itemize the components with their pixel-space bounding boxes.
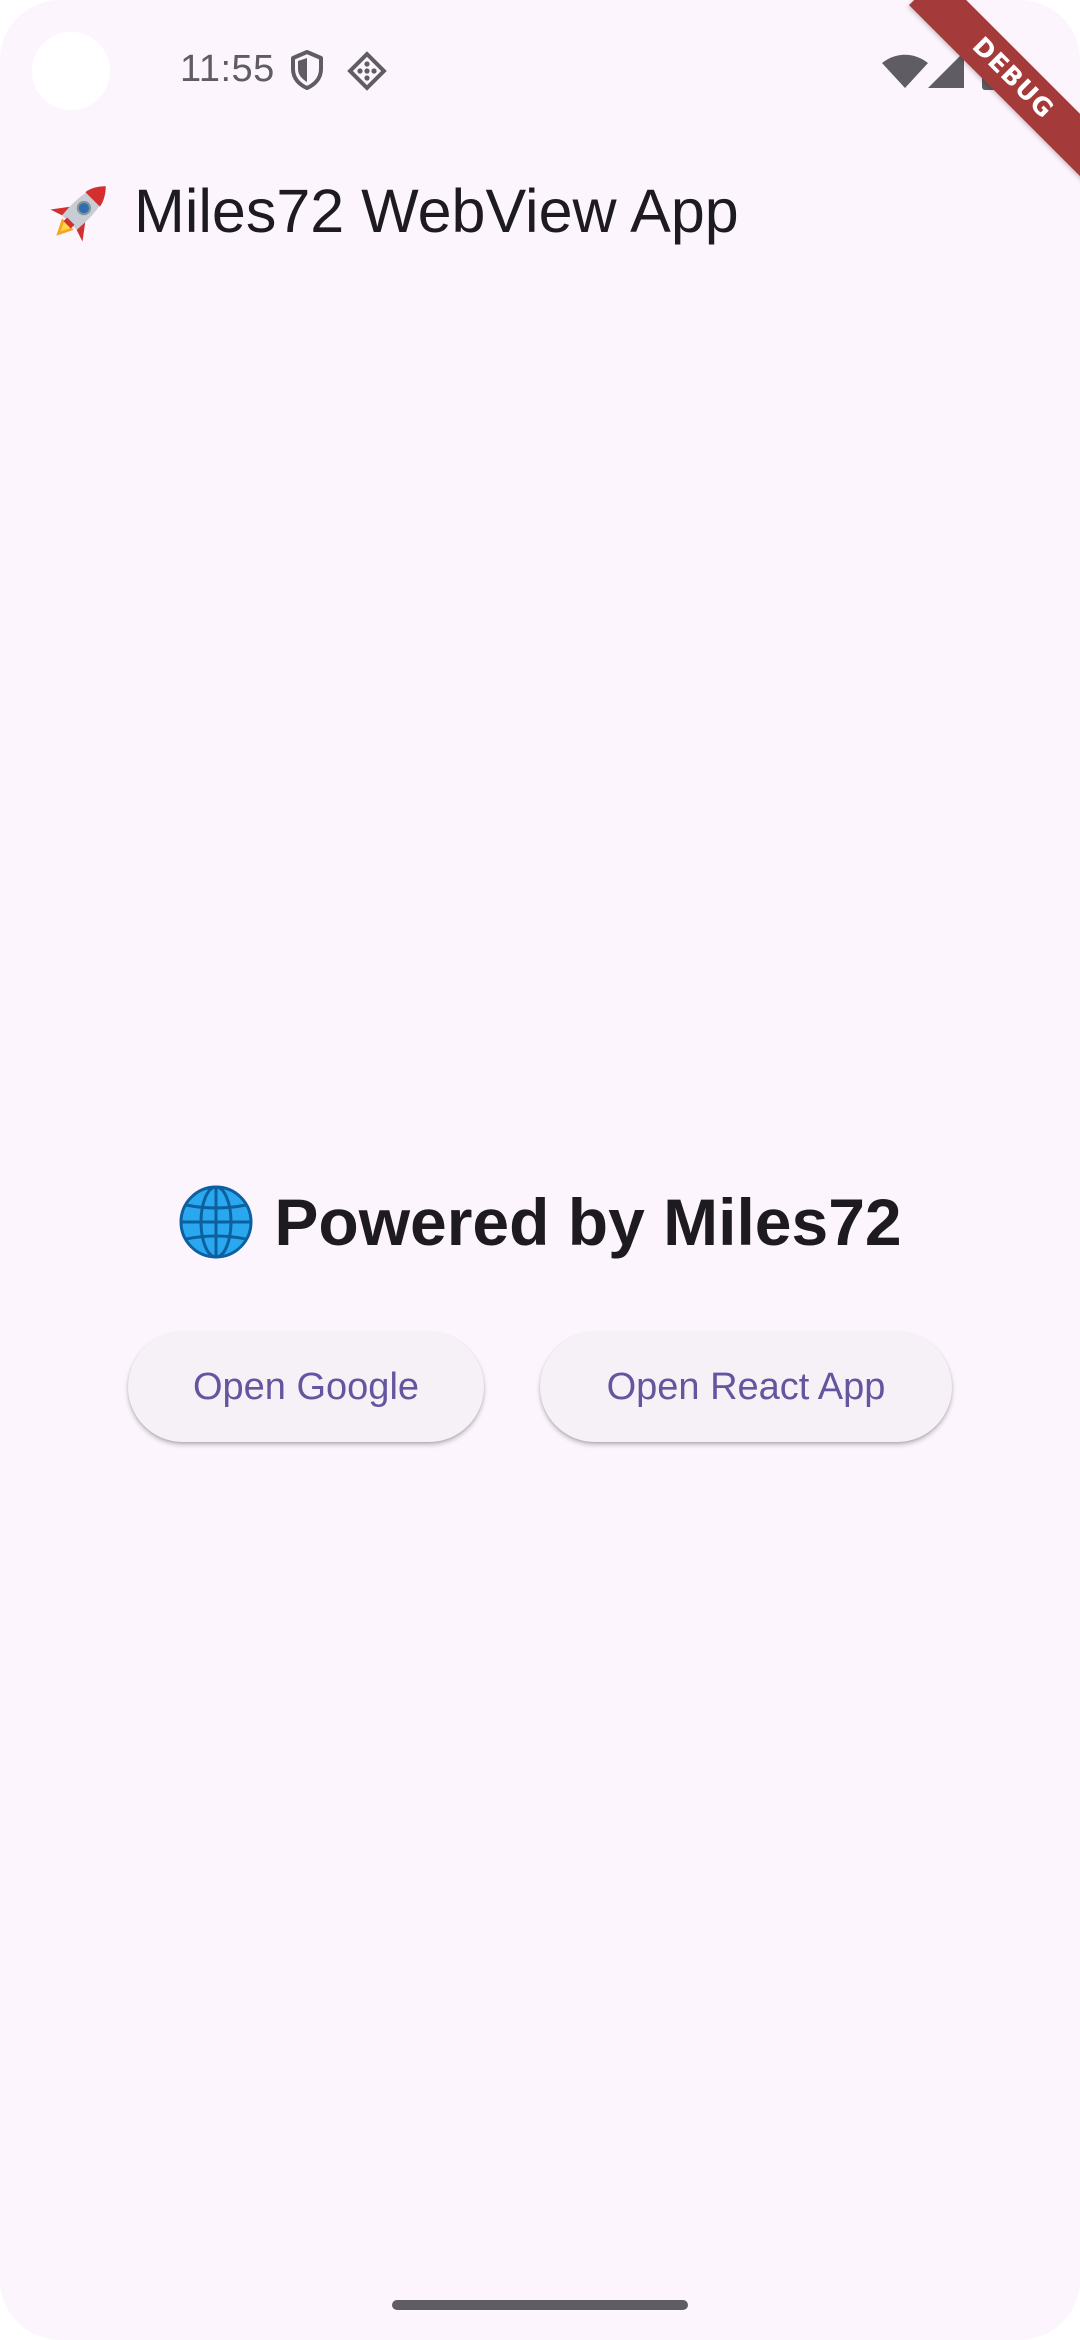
cellular-signal-icon xyxy=(928,52,964,88)
gesture-navigation-bar[interactable] xyxy=(392,2300,688,2310)
vpn-icon xyxy=(347,51,387,91)
open-react-app-button[interactable]: Open React App xyxy=(540,1332,952,1442)
rocket-icon xyxy=(50,186,106,242)
shield-icon xyxy=(291,50,323,90)
status-bar: 11:55 DEBUG xyxy=(0,0,1080,182)
app-title: Miles72 WebView App xyxy=(134,177,739,245)
open-google-button[interactable]: Open Google xyxy=(128,1332,484,1442)
powered-by-headline: Powered by Miles72 xyxy=(274,1185,902,1259)
headline-row: Powered by Miles72 xyxy=(0,1172,1080,1272)
camera-cutout xyxy=(32,32,110,110)
app-bar: Miles72 WebView App xyxy=(0,140,1080,280)
globe-icon xyxy=(179,1185,253,1259)
status-time: 11:55 xyxy=(180,48,275,90)
app-screen: 11:55 DEBUG Miles72 WebView App Powered … xyxy=(0,0,1080,2340)
wifi-icon xyxy=(882,54,928,88)
button-row: Open Google Open React App xyxy=(0,1332,1080,1444)
